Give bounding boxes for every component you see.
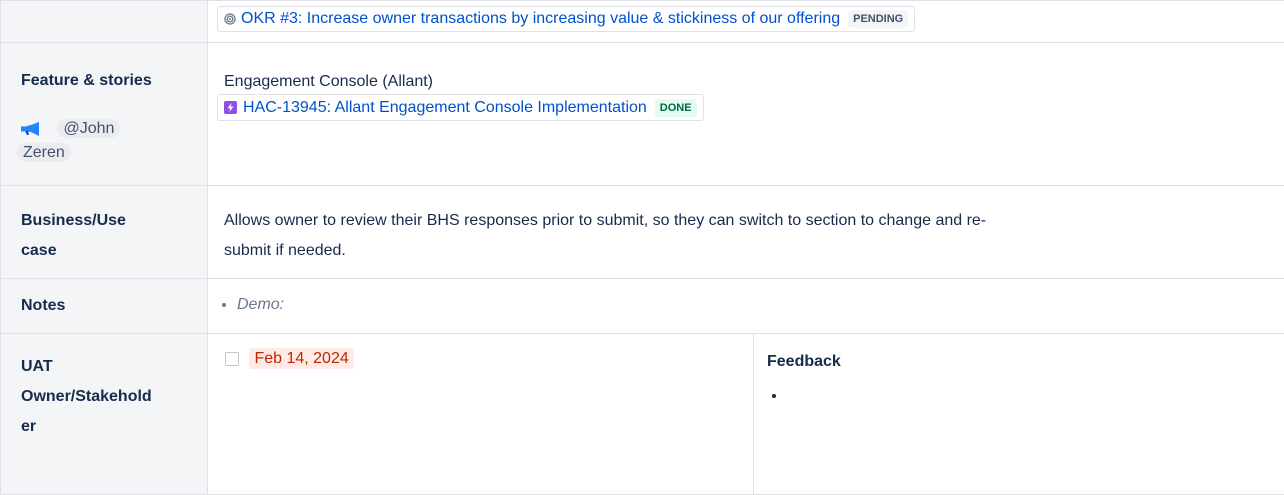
business-header-cont: case (21, 236, 207, 266)
task-checkbox[interactable] (225, 352, 239, 366)
notes-cell: Demo: (208, 279, 1284, 334)
uat-header-cont: Owner/Stakehold (21, 382, 207, 412)
okr-link[interactable]: OKR #3: Increase owner transactions by i… (217, 6, 915, 32)
owner-mention[interactable]: @John (57, 119, 120, 138)
okr-cell: OKR #3: Increase owner transactions by i… (208, 1, 1284, 43)
megaphone-icon (21, 122, 43, 136)
business-header: Business/Use (21, 206, 207, 236)
okr-header-cell (1, 1, 208, 43)
business-text: Allows owner to review their BHS respons… (224, 206, 1284, 236)
table-row: OKR #3: Increase owner transactions by i… (1, 1, 1284, 43)
feature-header-cell: Feature & stories @John Zeren (1, 43, 208, 186)
issue-link-text: HAC-13945: Allant Engagement Console Imp… (243, 99, 647, 117)
feature-cell: Engagement Console (Allant) HAC-13945: A… (208, 43, 1284, 186)
table-row: Business/Use case Allows owner to review… (1, 186, 1284, 279)
table-row: Feature & stories @John Zeren Engagement… (1, 43, 1284, 186)
table-row: UAT Owner/Stakehold er Feb 14, 2024 Feed… (1, 334, 1284, 495)
issue-link[interactable]: HAC-13945: Allant Engagement Console Imp… (217, 94, 704, 121)
business-text-cont: submit if needed. (224, 236, 1284, 266)
okr-link-text: OKR #3: Increase owner transactions by i… (241, 10, 840, 28)
notes-item: Demo: (237, 296, 284, 313)
requirements-table: OKR #3: Increase owner transactions by i… (0, 0, 1284, 495)
feedback-label: Feedback (767, 352, 1284, 372)
uat-header-cont2: er (21, 412, 207, 442)
target-icon (224, 13, 236, 25)
status-badge: PENDING (848, 10, 908, 28)
business-cell: Allows owner to review their BHS respons… (208, 186, 1284, 279)
uat-header-cell: UAT Owner/Stakehold er (1, 334, 208, 495)
uat-date-cell: Feb 14, 2024 (208, 334, 754, 495)
epic-icon (224, 101, 237, 114)
uat-header: UAT (21, 352, 207, 382)
feature-header: Feature & stories (21, 71, 207, 91)
feedback-list (767, 386, 1284, 406)
business-header-cell: Business/Use case (1, 186, 208, 279)
notes-list: Demo: (215, 295, 1284, 315)
notes-header: Notes (1, 279, 207, 316)
notes-header-cell: Notes (1, 279, 208, 334)
list-item: Demo: (237, 295, 1284, 315)
table-row: Notes Demo: (1, 279, 1284, 334)
status-badge: DONE (655, 99, 697, 117)
due-date[interactable]: Feb 14, 2024 (249, 348, 353, 369)
feature-title: Engagement Console (Allant) (224, 72, 1284, 92)
list-item[interactable] (787, 386, 1284, 406)
uat-feedback-cell: Feedback (754, 334, 1284, 495)
owner-mention-cont[interactable]: Zeren (17, 143, 71, 162)
